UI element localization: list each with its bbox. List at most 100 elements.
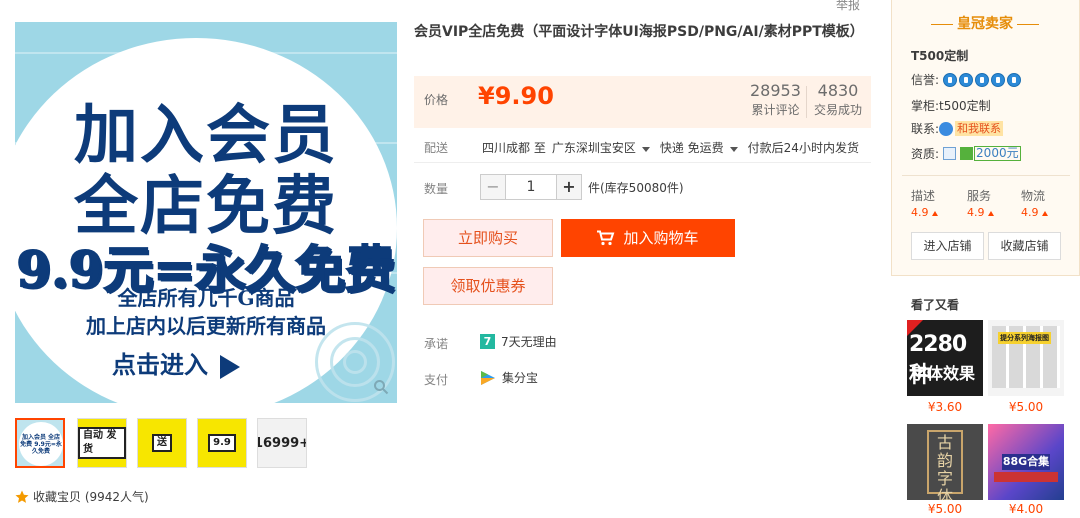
crown-icon xyxy=(959,72,974,87)
cart-icon xyxy=(597,230,615,246)
reviews-stat[interactable]: 28953 累计评论 xyxy=(750,81,801,119)
score-value: 4.9 xyxy=(911,206,929,219)
thumbnail[interactable]: 16999+ xyxy=(257,418,307,468)
divider xyxy=(1017,23,1039,25)
image-subline-2: 加上店内以后更新所有商品 xyxy=(86,314,326,338)
crown-seller-badge: 皇冠卖家 xyxy=(925,13,1045,33)
deals-label: 交易成功 xyxy=(814,103,863,117)
credit-row: 信誉: xyxy=(911,71,1023,88)
license-icon[interactable] xyxy=(943,147,957,160)
favorite-shop-button[interactable]: 收藏店铺 xyxy=(988,232,1061,260)
thumbnail-text: 16999+ xyxy=(258,435,306,451)
score-description: 描述 4.9 xyxy=(911,187,938,219)
main-product-image[interactable]: 加入会员 全店免费 9.9元=永久免费 全店所有几千G商品 加上店内以后更新所有… xyxy=(15,22,397,403)
recommend-item[interactable]: 古韵字体 xyxy=(907,424,983,500)
chevron-down-icon xyxy=(641,147,650,152)
quantity-decrease-button[interactable]: − xyxy=(480,174,506,200)
recommend-item[interactable]: 88G合集 xyxy=(988,424,1064,500)
quantity-increase-button[interactable]: + xyxy=(556,174,582,200)
deals-stat[interactable]: 4830 交易成功 xyxy=(814,81,862,119)
thumbnail-text: 自动 发货 xyxy=(78,427,126,459)
shipping-label: 配送 xyxy=(424,141,449,155)
recommend-price[interactable]: ¥3.60 xyxy=(907,400,983,414)
recommend-image-text: 古韵字体 xyxy=(936,433,953,501)
recommend-image-strip xyxy=(994,472,1058,482)
crown-icon xyxy=(991,72,1006,87)
quantity-input[interactable]: 1 xyxy=(506,174,556,200)
add-to-cart-button[interactable]: 加入购物车 xyxy=(561,219,735,257)
divider xyxy=(931,23,953,25)
recommend-image-text: 提分系列海报图 xyxy=(998,332,1051,344)
promise-label: 承诺 xyxy=(424,337,449,351)
recommend-price[interactable]: ¥5.00 xyxy=(988,400,1064,414)
promise-row[interactable]: 7 7天无理由 xyxy=(480,333,557,350)
recommend-item[interactable]: 2280种 字体效果 xyxy=(907,320,983,396)
enter-shop-button[interactable]: 进入店铺 xyxy=(911,232,984,260)
thumbnail-text: 送 xyxy=(152,434,172,452)
deposit-icon xyxy=(960,147,974,160)
deals-count: 4830 xyxy=(817,81,859,100)
thumbnail[interactable]: 自动 发货 xyxy=(77,418,127,468)
contact-row: 联系: 和我联系 xyxy=(911,120,1004,137)
ship-time: 付款后24小时内发货 xyxy=(747,141,859,155)
keeper-name[interactable]: t500定制 xyxy=(939,97,991,114)
favorite-label: 收藏宝贝 (9942人气) xyxy=(33,490,149,504)
crown-seller-text: 皇冠卖家 xyxy=(957,16,1013,32)
report-link[interactable]: 举报 xyxy=(836,0,860,13)
zoom-icon[interactable] xyxy=(373,379,389,395)
ship-method: 快递 免运费 xyxy=(659,141,724,155)
thumbnail[interactable]: 加入会员 全店免费 9.9元=永久免费 xyxy=(15,418,65,468)
get-coupon-button[interactable]: 领取优惠券 xyxy=(423,267,553,305)
contact-button[interactable]: 和我联系 xyxy=(955,121,1004,136)
shop-name[interactable]: T500定制 xyxy=(911,47,968,64)
favorite-item-link[interactable]: 收藏宝贝 (9942人气) xyxy=(15,488,149,505)
product-title: 会员VIP全店免费（平面设计字体UI海报PSD/PNG/AI/素材PPT模板） xyxy=(414,24,864,40)
ship-from: 四川成都 至 xyxy=(482,141,546,155)
ship-to-select[interactable]: 广东深圳宝安区 xyxy=(552,139,660,156)
crown-icon xyxy=(943,72,958,87)
score-service: 服务 4.9 xyxy=(967,187,994,219)
deposit-amount[interactable]: 2000元 xyxy=(974,146,1021,161)
price-label: 价格 xyxy=(424,93,449,107)
score-label: 描述 xyxy=(911,189,936,203)
payment-text: 集分宝 xyxy=(502,371,539,385)
recommend-price[interactable]: ¥5.00 xyxy=(907,502,983,516)
ship-method-select[interactable]: 快递 免运费 xyxy=(660,139,748,156)
divider xyxy=(414,162,871,163)
keeper-label: 掌柜: xyxy=(911,99,940,113)
image-subline-1: 全店所有几千G商品 xyxy=(117,286,295,310)
divider xyxy=(902,175,1070,176)
thumbnail-text: 加入会员 全店免费 9.9元=永久免费 xyxy=(19,422,63,466)
arrow-up-icon xyxy=(1041,210,1048,216)
recommend-image-subtext: 字体效果 xyxy=(911,364,976,383)
recommend-title: 看了又看 xyxy=(911,298,960,312)
price-value: ¥9.90 xyxy=(478,82,554,110)
crown-icon xyxy=(1007,72,1022,87)
score-label: 服务 xyxy=(967,189,992,203)
arrow-up-icon xyxy=(931,210,938,216)
score-value: 4.9 xyxy=(967,206,985,219)
divider xyxy=(806,86,807,118)
image-cta: 点击进入 xyxy=(15,345,367,380)
add-to-cart-label: 加入购物车 xyxy=(623,229,699,247)
qualification-label: 资质: xyxy=(911,147,940,161)
buy-now-button[interactable]: 立即购买 xyxy=(423,219,553,257)
arrow-up-icon xyxy=(987,210,994,216)
credit-label: 信誉: xyxy=(911,73,940,87)
score-label: 物流 xyxy=(1021,189,1046,203)
jifenbao-icon xyxy=(481,370,495,385)
seven-day-return-icon: 7 xyxy=(480,334,495,349)
image-cta-text: 点击进入 xyxy=(112,350,208,379)
shipping-row: 四川成都 至 广东深圳宝安区 快递 免运费 付款后24小时内发货 xyxy=(482,139,859,156)
payment-row[interactable]: 集分宝 xyxy=(480,369,538,386)
reviews-count: 28953 xyxy=(750,81,801,100)
recommend-price[interactable]: ¥4.00 xyxy=(988,502,1064,516)
payment-label: 支付 xyxy=(424,373,449,387)
thumbnail[interactable]: 9.9 xyxy=(197,418,247,468)
recommend-image-text: 88G合集 xyxy=(1002,454,1050,470)
thumbnail[interactable]: 送 xyxy=(137,418,187,468)
quantity-stepper: − 1 + 件(库存50080件) xyxy=(480,174,684,200)
recommend-item[interactable]: 提分系列海报图 xyxy=(988,320,1064,396)
chevron-down-icon xyxy=(729,147,738,152)
quantity-label: 数量 xyxy=(424,182,449,196)
